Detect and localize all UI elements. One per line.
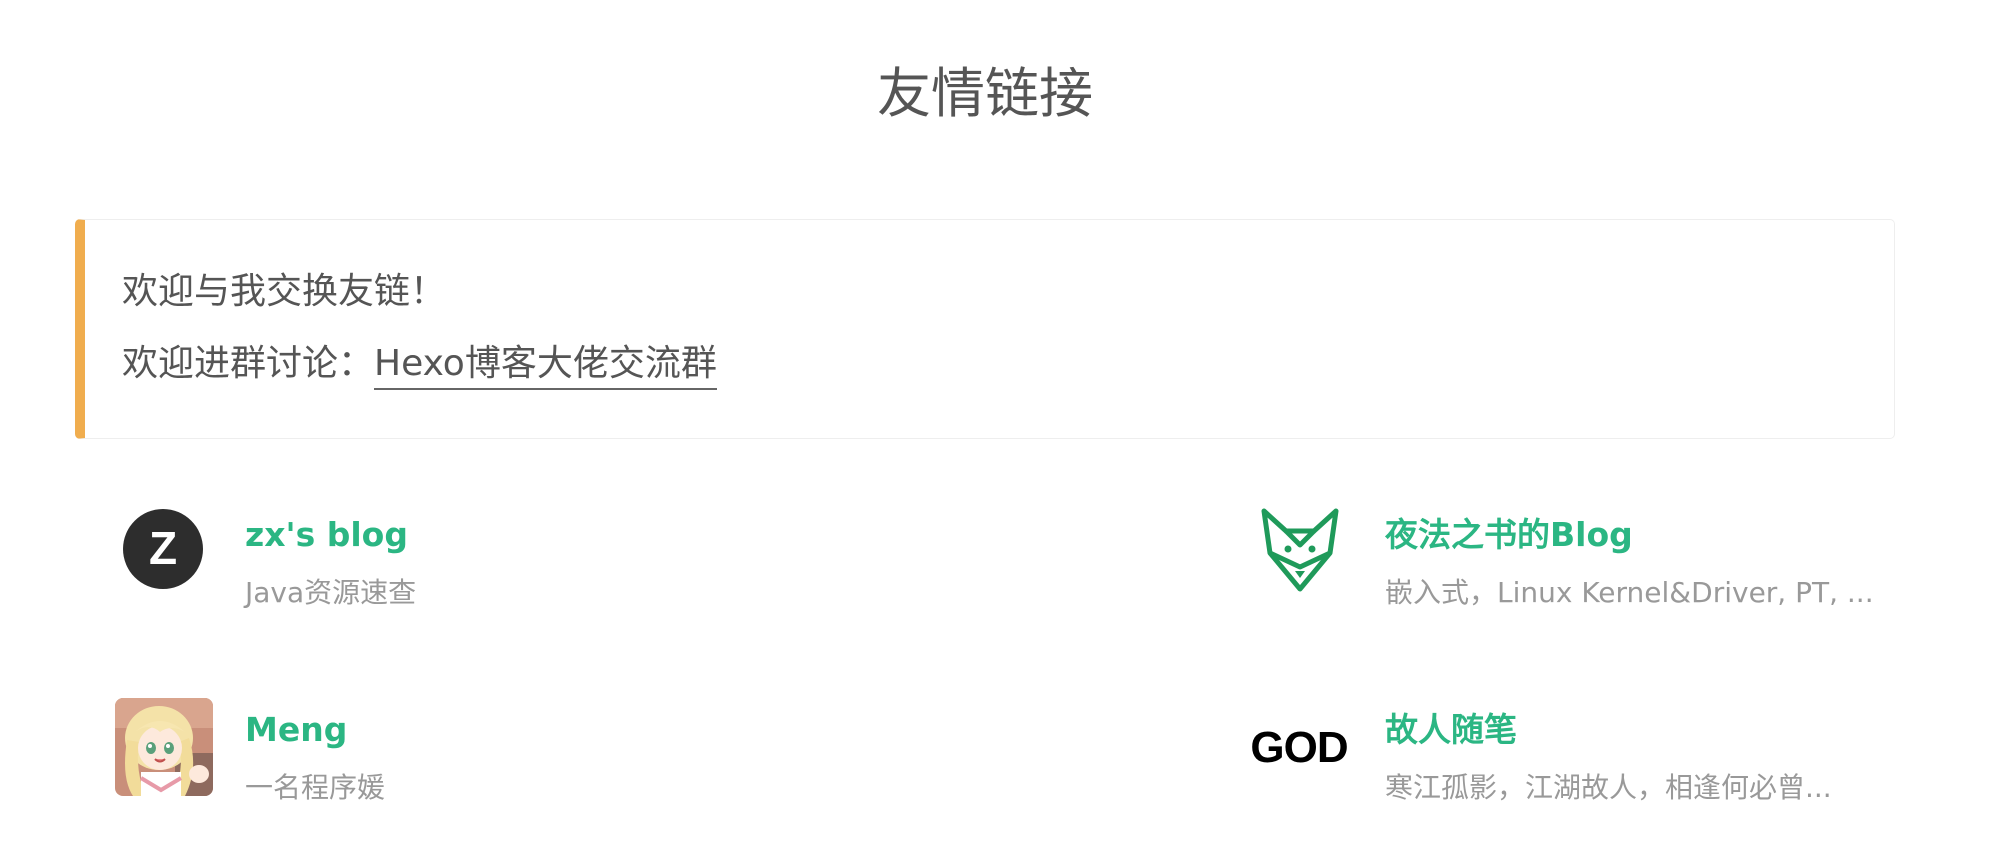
avatar-letter: Z [149, 522, 177, 574]
page-title: 友情链接 [877, 62, 1093, 126]
friend-card-yefa[interactable]: 夜法之书的Blog 嵌入式，Linux Kernel&Driver, PT, .… [1255, 505, 2010, 625]
note-group-text: 欢迎进群讨论：Hexo博客大佬交流群 [122, 340, 717, 390]
friend-card-zx[interactable]: Z zx's blog Java资源速查 [115, 505, 1015, 625]
friend-card-meng[interactable]: Meng 一名程序媛 [115, 698, 1015, 820]
friend-description: 嵌入式，Linux Kernel&Driver, PT, ... [1385, 576, 1874, 609]
friend-name-link[interactable]: zx's blog [245, 513, 408, 557]
friend-description: 寒江孤影，江湖故人，相逢何必曾... [1385, 771, 1832, 804]
fox-head-logo-icon[interactable] [1258, 505, 1342, 595]
anime-girl-avatar-icon[interactable] [115, 698, 213, 796]
friend-name-link[interactable]: 故人随笔 [1385, 708, 1517, 752]
friend-name-link[interactable]: 夜法之书的Blog [1385, 513, 1633, 557]
note-welcome-text: 欢迎与我交换友链！ [122, 271, 447, 312]
z-letter-logo-icon[interactable]: Z [123, 509, 203, 589]
god-text-logo-icon[interactable]: GOD [1249, 698, 1349, 798]
note-group-prefix: 欢迎进群讨论： [122, 343, 375, 384]
friend-card-guren[interactable]: GOD 故人随笔 寒江孤影，江湖故人，相逢何必曾... [1250, 700, 2010, 820]
group-chat-link[interactable]: Hexo博客大佬交流群 [374, 343, 717, 390]
friend-description: Java资源速查 [245, 576, 417, 609]
friend-link-note: 欢迎与我交换友链！ 欢迎进群讨论：Hexo博客大佬交流群 [75, 219, 1895, 439]
friend-description: 一名程序媛 [245, 771, 386, 804]
friend-name-link[interactable]: Meng [245, 708, 347, 752]
